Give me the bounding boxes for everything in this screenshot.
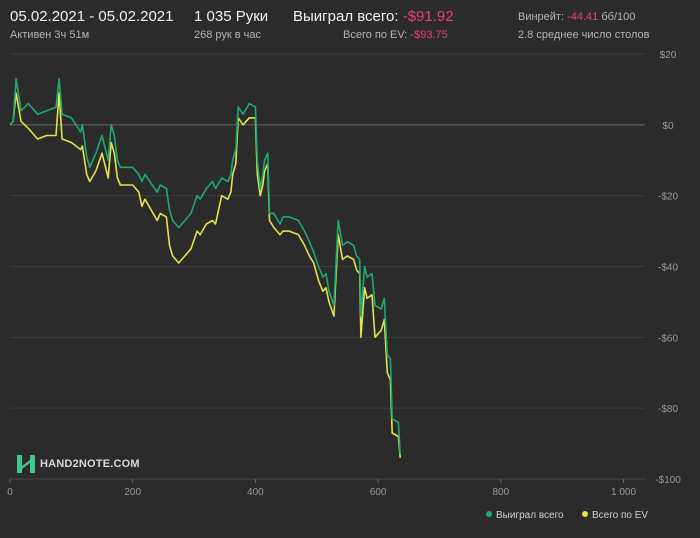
x-tick-label: 400 [247,487,264,498]
avg-tables: 2.8 среднее число столов [518,29,650,41]
x-tick-label: 200 [124,487,141,498]
date-range[interactable]: 05.02.2021 - 05.02.2021 [10,8,173,25]
won-total: Выиграл всего: -$91.92 [293,8,454,25]
legend-dot-won [486,511,492,518]
ev-total: Всего по EV: -$93.75 [343,29,448,41]
chart-lines [9,78,401,458]
y-tick-label: -$80 [658,404,678,415]
hands-per-hour: 268 рук в час [194,29,262,41]
winrate-value: -44.41 [567,11,599,23]
x-axis-ticks: 0 200 400 600 800 1 000 [7,479,636,498]
ev-label: Всего по EV: [343,29,408,41]
hand2note-logo-text: HAND2NOTE.COM [40,458,140,470]
y-tick-label: -$20 [658,192,678,203]
legend-label-ev: Всего по EV [592,510,649,521]
legend-item-ev[interactable]: Всего по EV [582,510,648,521]
y-tick-label: -$100 [655,475,681,486]
hands-count: 1 035 Руки [194,8,269,25]
hand2note-logo-icon [17,455,35,473]
winrate-unit: бб/100 [601,11,636,23]
winrate-label: Винрейт: [518,11,565,23]
legend-dot-ev [582,511,588,518]
legend-item-won[interactable]: Выиграл всего [486,510,564,521]
graph-chart[interactable]: $20 $0 -$20 -$40 -$60 -$80 -$100 0 200 400 600 800… [0,48,700,510]
y-tick-label: -$40 [658,263,678,274]
active-time: Активен 3ч 51м [10,29,90,41]
won-label: Выиграл всего: [293,8,399,25]
won-value: -$91.92 [402,8,454,25]
series-line-ev [9,92,401,458]
x-tick-label: 0 [7,487,13,498]
y-axis-ticks: $20 $0 -$20 -$40 -$60 -$80 -$100 [655,50,681,486]
x-tick-label: 600 [370,487,387,498]
chart-grid [10,53,645,480]
winrate: Винрейт: -44.41 бб/100 [518,11,635,23]
y-tick-label: $20 [660,50,677,61]
x-tick-label: 1 000 [611,487,636,498]
legend-label-won: Выиграл всего [496,510,564,521]
y-tick-label: -$60 [658,333,678,344]
y-tick-label: $0 [662,121,674,132]
x-tick-label: 800 [492,487,509,498]
ev-value: -$93.75 [410,29,448,41]
hand2note-logo: HAND2NOTE.COM [17,455,140,473]
stats-header: 05.02.2021 - 05.02.2021 Активен 3ч 51м 1… [0,0,700,48]
